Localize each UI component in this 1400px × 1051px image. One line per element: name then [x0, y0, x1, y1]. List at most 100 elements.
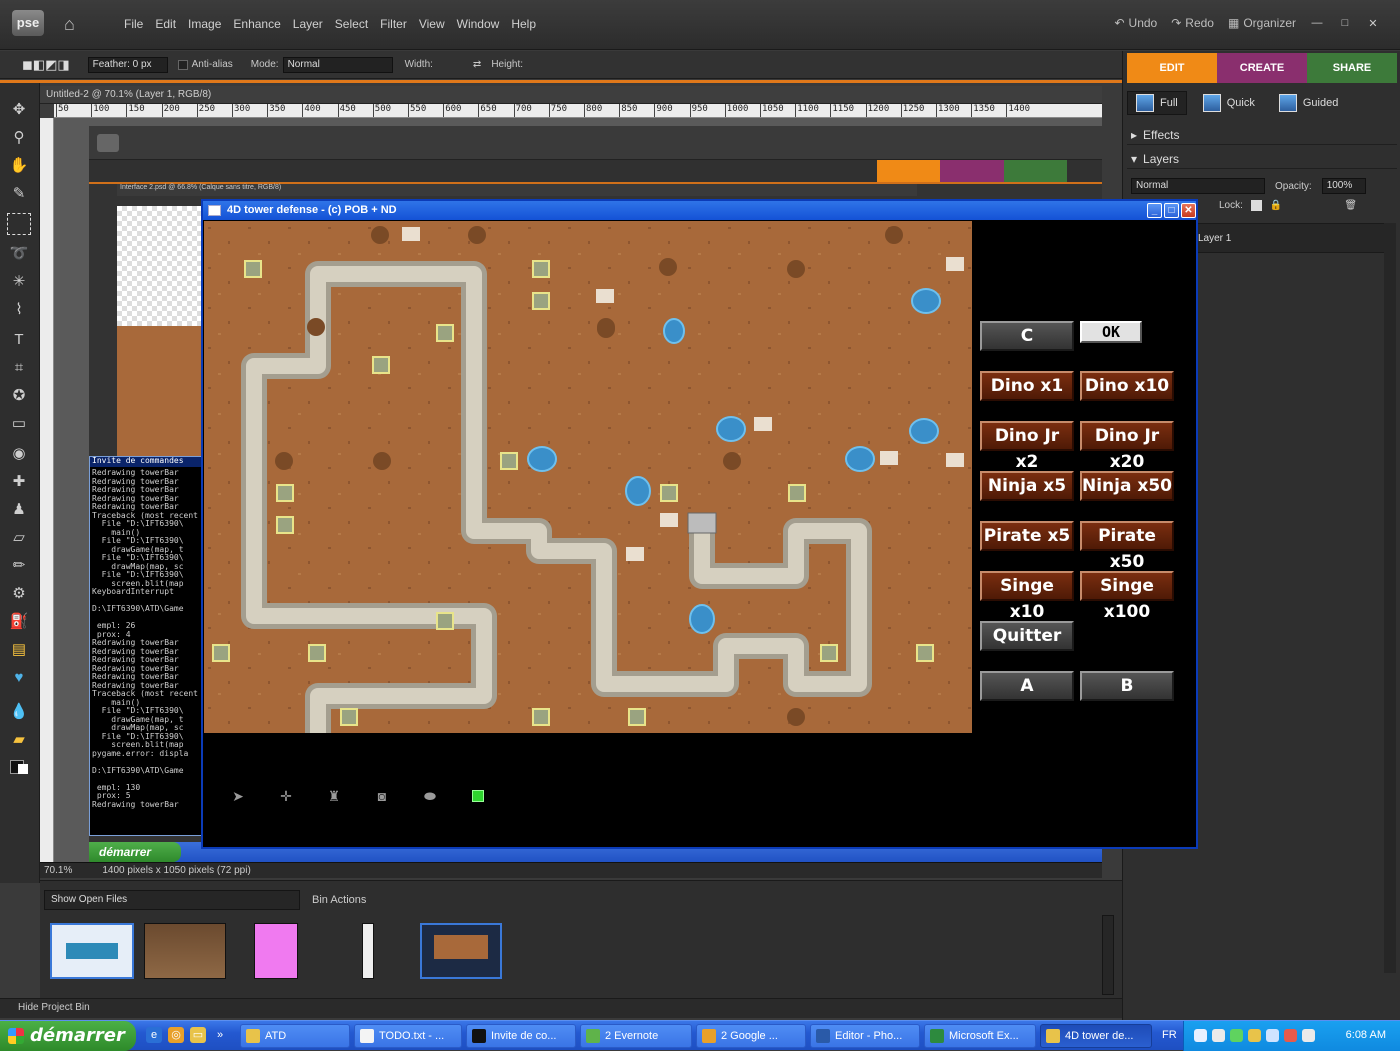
game-titlebar[interactable]: 4D tower defense - (c) POB + ND _ □ ✕ [203, 201, 1196, 220]
move-tool-icon[interactable]: ✥ [7, 99, 31, 121]
menu-enhance[interactable]: Enhance [227, 17, 286, 31]
minimize-icon[interactable]: — [1310, 17, 1324, 29]
task-editor[interactable]: Editor - Pho... [810, 1024, 920, 1048]
folder-icon[interactable]: ▭ [190, 1027, 206, 1043]
network-icon[interactable] [1212, 1029, 1225, 1042]
straighten-tool-icon[interactable]: ▭ [7, 413, 31, 435]
selection-mode-icons[interactable]: ◼◧◩◨ [22, 57, 70, 73]
thumb-interface[interactable] [420, 923, 502, 979]
trash-icon[interactable]: 🗑 [1344, 200, 1357, 211]
gradient-tool-icon[interactable]: ▤ [7, 639, 31, 661]
quick-selection-icon[interactable]: ⌇ [7, 299, 31, 321]
task-cmd[interactable]: Invite de co... [466, 1024, 576, 1048]
arrow-tower-icon[interactable]: ➤ [227, 785, 249, 807]
menu-help[interactable]: Help [505, 17, 542, 31]
marquee-tool-icon[interactable] [7, 213, 31, 235]
restore-icon[interactable]: □ [1338, 17, 1352, 29]
mode-select[interactable]: Normal [282, 56, 393, 73]
lasso-tool-icon[interactable]: ➰ [7, 243, 31, 265]
ok-button[interactable]: OK [1079, 320, 1143, 344]
pencil-tool-icon[interactable]: ✏ [7, 555, 31, 577]
tab-create[interactable]: CREATE [1217, 53, 1307, 83]
blur-tool-icon[interactable]: 💧 [7, 701, 31, 723]
sponge-tool-icon[interactable]: ▰ [7, 729, 31, 751]
menu-view[interactable]: View [413, 17, 451, 31]
lock-transparency-icon[interactable] [1250, 200, 1262, 211]
menu-filter[interactable]: Filter [374, 17, 413, 31]
task-excel[interactable]: Microsoft Ex... [924, 1024, 1036, 1048]
green-gem-icon[interactable] [467, 785, 489, 807]
brush-tool-icon[interactable]: ⚙ [7, 583, 31, 605]
menu-window[interactable]: Window [451, 17, 506, 31]
task-evernote[interactable]: 2 Evernote [580, 1024, 692, 1048]
pirate-x50-button[interactable]: Pirate x50 [1080, 521, 1174, 572]
guided-edit-button[interactable]: Guided [1271, 91, 1346, 115]
full-edit-button[interactable]: Full [1127, 91, 1187, 115]
lock-icon[interactable]: 🔒 [1270, 200, 1282, 211]
custom-shape-icon[interactable]: ♥ [7, 667, 31, 689]
zoom-tool-icon[interactable]: ⚲ [7, 127, 31, 149]
menu-image[interactable]: Image [182, 17, 227, 31]
effects-panel-header[interactable]: ▸ Effects [1127, 125, 1397, 145]
bin-actions-menu[interactable]: Bin Actions [312, 894, 366, 906]
close-icon[interactable]: ✕ [1366, 17, 1380, 30]
maximize-icon[interactable]: □ [1164, 203, 1179, 218]
swap-icon[interactable]: ⇄ [473, 59, 481, 70]
dino-jr-x2-button[interactable]: Dino Jr x2 [980, 421, 1074, 472]
cannon-tower-icon[interactable]: ♜ [323, 785, 345, 807]
menu-file[interactable]: File [118, 17, 149, 31]
type-tool-icon[interactable]: T [7, 329, 31, 351]
ie-icon[interactable]: e [146, 1027, 162, 1043]
singe-x100-button[interactable]: Singe x100 [1080, 571, 1174, 622]
c-button[interactable]: C [980, 321, 1074, 351]
task-atd[interactable]: ATD [240, 1024, 350, 1048]
dino-x10-button[interactable]: Dino x10 [1080, 371, 1174, 401]
red-eye-tool-icon[interactable]: ◉ [7, 443, 31, 465]
pirate-x5-button[interactable]: Pirate x5 [980, 521, 1074, 551]
thumb-untitled[interactable] [50, 923, 134, 979]
hide-project-bin[interactable]: Hide Project Bin [0, 998, 1122, 1018]
signal-icon[interactable] [1230, 1029, 1243, 1042]
expand-quicklaunch-icon[interactable]: » [212, 1027, 228, 1043]
dino-jr-x20-button[interactable]: Dino Jr x20 [1080, 421, 1174, 472]
redo-button[interactable]: ↷ Redo [1171, 16, 1214, 30]
organizer-button[interactable]: ▦ Organizer [1228, 16, 1296, 30]
game-map[interactable] [204, 221, 972, 733]
feather-field[interactable]: Feather: 0 px [87, 56, 168, 73]
volume-icon[interactable] [1266, 1029, 1279, 1042]
ninja-x50-button[interactable]: Ninja x50 [1080, 471, 1174, 501]
thumb-sprites[interactable] [254, 923, 298, 979]
tab-share[interactable]: SHARE [1307, 53, 1397, 83]
b-button[interactable]: B [1080, 671, 1174, 701]
blend-mode-select[interactable]: Normal [1131, 178, 1265, 194]
undo-button[interactable]: ↶ Undo [1114, 16, 1157, 30]
help-icon[interactable] [1194, 1029, 1207, 1042]
spot-healing-icon[interactable]: ✚ [7, 471, 31, 493]
hand-tool-icon[interactable]: ✋ [7, 155, 31, 177]
opacity-field[interactable]: 100% [1321, 178, 1366, 194]
eyedropper-tool-icon[interactable]: ✎ [7, 183, 31, 205]
a-button[interactable]: A [980, 671, 1074, 701]
menu-edit[interactable]: Edit [149, 17, 182, 31]
close-icon[interactable]: ✕ [1181, 203, 1196, 218]
cookie-cutter-icon[interactable]: ✪ [7, 385, 31, 407]
crop-tool-icon[interactable]: ⌗ [7, 357, 31, 379]
bin-scrollbar[interactable] [1102, 915, 1114, 995]
start-button[interactable]: démarrer [0, 1021, 136, 1051]
thumb-strip[interactable] [362, 923, 374, 979]
magic-wand-icon[interactable]: ✳ [7, 271, 31, 293]
security-icon[interactable] [1248, 1029, 1261, 1042]
home-icon[interactable]: ⌂ [64, 14, 84, 34]
chrome-icon[interactable]: ◎ [168, 1027, 184, 1043]
clone-stamp-icon[interactable]: ♟ [7, 499, 31, 521]
layers-scrollbar[interactable] [1384, 223, 1396, 973]
quit-button[interactable]: Quitter [980, 621, 1074, 651]
dino-x1-button[interactable]: Dino x1 [980, 371, 1074, 401]
color-swatches-icon[interactable] [7, 759, 31, 781]
update-icon[interactable] [1284, 1029, 1297, 1042]
tab-edit[interactable]: EDIT [1127, 53, 1217, 83]
language-indicator[interactable]: FR [1162, 1029, 1177, 1041]
show-open-files-select[interactable]: Show Open Files [44, 890, 300, 910]
task-tower-defense[interactable]: 4D tower de... [1040, 1024, 1152, 1048]
anti-alias-checkbox[interactable]: Anti-alias [177, 59, 233, 70]
